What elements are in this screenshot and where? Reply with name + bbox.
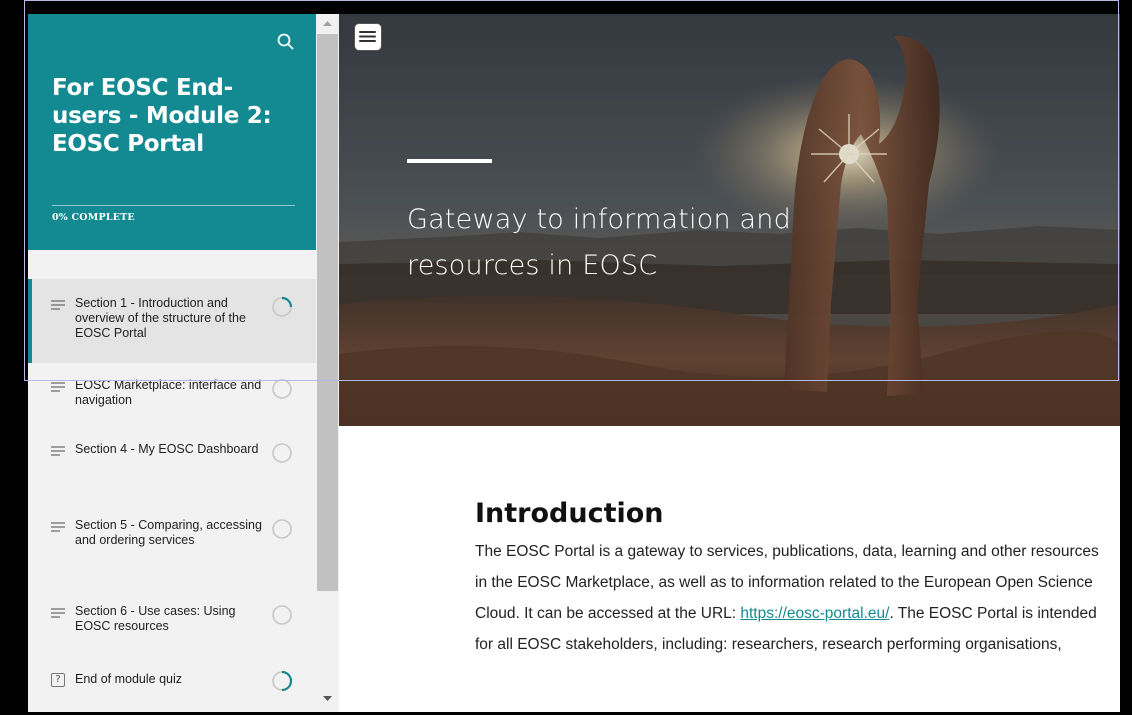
triangle-down-icon bbox=[323, 696, 332, 701]
section-heading: Introduction bbox=[475, 498, 664, 529]
hero-divider bbox=[407, 159, 492, 163]
text-lines-icon bbox=[51, 446, 65, 456]
window-frame-right bbox=[1120, 0, 1132, 715]
scrollbar-thumb[interactable] bbox=[317, 34, 338, 591]
sidebar-header: For EOSC End-users - Module 2: EOSC Port… bbox=[28, 14, 316, 250]
lesson-body: Introduction The EOSC Portal is a gatewa… bbox=[475, 496, 1115, 660]
intro-paragraph: The EOSC Portal is a gateway to services… bbox=[475, 536, 1115, 660]
question-box-icon: ? bbox=[51, 673, 65, 687]
lesson-label: Section 1 - Introduction and overview of… bbox=[75, 296, 246, 340]
text-lines-icon bbox=[51, 300, 65, 310]
course-progress-label: 0% COMPLETE bbox=[52, 212, 135, 223]
lesson-content: Gateway to information and resources in … bbox=[339, 14, 1120, 712]
lesson-item-section-5[interactable]: Section 5 - Comparing, accessing and ord… bbox=[28, 516, 316, 570]
text-lines-icon bbox=[51, 608, 65, 618]
progress-ring-icon bbox=[272, 670, 293, 692]
empty-circle-icon bbox=[272, 605, 292, 625]
lesson-hero-banner: Gateway to information and resources in … bbox=[339, 14, 1120, 426]
lesson-item-eosc-marketplace[interactable]: EOSC Marketplace: interface and navigati… bbox=[28, 376, 316, 416]
scroll-down-button[interactable] bbox=[316, 688, 339, 708]
lesson-label: Section 4 - My EOSC Dashboard bbox=[75, 442, 259, 456]
search-icon bbox=[277, 33, 294, 50]
lesson-item-section-4[interactable]: Section 4 - My EOSC Dashboard bbox=[28, 440, 316, 480]
hamburger-menu-icon bbox=[359, 31, 376, 42]
empty-circle-icon bbox=[272, 379, 292, 399]
lesson-item-module-quiz[interactable]: ? End of module quiz bbox=[28, 670, 316, 696]
lesson-label: End of module quiz bbox=[75, 672, 183, 686]
text-lines-icon bbox=[51, 522, 65, 532]
empty-circle-icon bbox=[272, 519, 292, 539]
lesson-item-section-1[interactable]: Section 1 - Introduction and overview of… bbox=[28, 279, 316, 363]
lesson-label: Section 5 - Comparing, accessing and ord… bbox=[75, 518, 262, 547]
course-title: For EOSC End-users - Module 2: EOSC Port… bbox=[52, 75, 272, 157]
window-frame-left bbox=[0, 0, 28, 715]
progress-divider bbox=[52, 205, 295, 206]
progress-ring-icon bbox=[272, 296, 293, 317]
lesson-item-section-6[interactable]: Section 6 - Use cases: Using EOSC resour… bbox=[28, 602, 316, 642]
lesson-label: EOSC Marketplace: interface and navigati… bbox=[75, 378, 262, 407]
menu-button[interactable] bbox=[354, 23, 382, 51]
lesson-title: Gateway to information and resources in … bbox=[407, 204, 791, 281]
lesson-label: Section 6 - Use cases: Using EOSC resour… bbox=[75, 604, 236, 633]
eosc-portal-link[interactable]: https://eosc-portal.eu/ bbox=[740, 605, 889, 622]
empty-circle-icon bbox=[272, 443, 292, 463]
triangle-up-icon bbox=[323, 21, 332, 26]
search-button[interactable] bbox=[274, 30, 298, 54]
text-lines-icon bbox=[51, 382, 65, 392]
window-frame-top bbox=[0, 0, 1132, 14]
course-sidebar: For EOSC End-users - Module 2: EOSC Port… bbox=[28, 14, 316, 712]
scroll-up-button[interactable] bbox=[316, 14, 339, 34]
sidebar-scrollbar[interactable] bbox=[316, 14, 339, 712]
